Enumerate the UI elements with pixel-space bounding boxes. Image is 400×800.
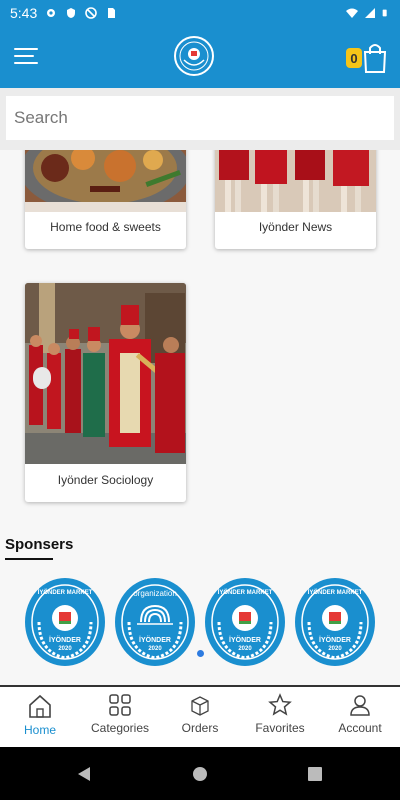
search-bar [0,88,400,150]
sim-icon [108,8,116,18]
sponsor-year: 2020 [328,646,342,652]
section-underline [5,558,53,560]
star-icon [268,693,292,716]
box-icon [191,696,209,716]
nav-label: Orders [181,721,219,735]
sponsor-name: İYÖNDER [229,635,261,644]
app-bar: 0 [0,26,400,88]
sponsor-top-text: İYÖNDER MARKET [218,589,273,596]
nav-account[interactable]: Account [320,687,400,747]
wifi-icon [346,8,358,18]
user-icon [350,695,370,716]
signal-icon [365,8,375,18]
category-card-news[interactable]: Iyönder News [215,150,376,249]
battery-icon [382,9,387,17]
bottom-nav: Home Categories Orders Favorites Account [0,685,400,747]
main-content: Home food & sweets Iyönder News Iyönder … [0,150,400,685]
menu-icon[interactable] [14,48,38,66]
carousel-indicator-dot[interactable] [197,650,204,657]
sponsor-name: İYÖNDER [49,635,81,644]
category-card-home-food[interactable]: Home food & sweets [25,150,186,249]
sponsor-top-text: İYÖNDER MARKET [308,589,363,596]
recents-icon[interactable] [308,767,322,781]
nav-label: Categories [90,721,150,735]
category-label: Iyönder Sociology [57,473,154,487]
home-circle-icon[interactable] [192,766,208,782]
nav-categories[interactable]: Categories [80,687,160,747]
back-icon[interactable] [76,766,92,782]
nav-label: Favorites [255,721,305,735]
no-disturb-icon [85,7,98,19]
nav-favorites[interactable]: Favorites [240,687,320,747]
sponsor-logo[interactable]: İYÖNDER MARKET İYÖNDER 2020 [295,578,375,666]
app-logo [174,36,214,76]
nav-home[interactable]: Home [0,687,80,747]
category-card-sociology[interactable]: Iyönder Sociology [25,283,186,502]
category-label: Iyönder News [258,220,333,234]
sponsor-year: 2020 [238,646,252,652]
grid-icon [109,694,131,716]
search-input[interactable] [6,96,394,140]
category-label: Home food & sweets [50,220,161,234]
home-icon [29,694,51,718]
sponsor-top-text: İYÖNDER MARKET [38,589,93,596]
cart-count-badge: 0 [346,48,362,68]
sponsor-logo[interactable]: organization İYÖNDER 2020 [115,578,195,666]
sponsor-logo[interactable]: İYÖNDER MARKET İYÖNDER 2020 [25,578,105,666]
system-nav-bar [0,747,400,800]
shield-icon [67,8,76,18]
sponsor-name: İYÖNDER [139,635,171,644]
news-image [215,150,376,212]
sponsor-top-text: organization [133,589,177,598]
sponsor-year: 2020 [148,646,162,652]
nav-label: Home [23,723,56,737]
sponsors-title: Sponsers [5,536,74,553]
nav-label: Account [338,721,382,735]
cart-button[interactable]: 0 [346,40,390,76]
sociology-image [25,283,186,464]
status-time: 5:43 [10,5,38,21]
nav-orders[interactable]: Orders [160,687,240,747]
food-image [25,150,186,212]
sponsor-name: İYÖNDER [319,635,351,644]
status-bar: 5:43 [0,0,400,26]
sponsor-logo[interactable]: İYÖNDER MARKET İYÖNDER 2020 [205,578,285,666]
sponsor-year: 2020 [58,646,72,652]
shopping-bag-icon [363,44,387,73]
settings-icon [47,9,56,17]
